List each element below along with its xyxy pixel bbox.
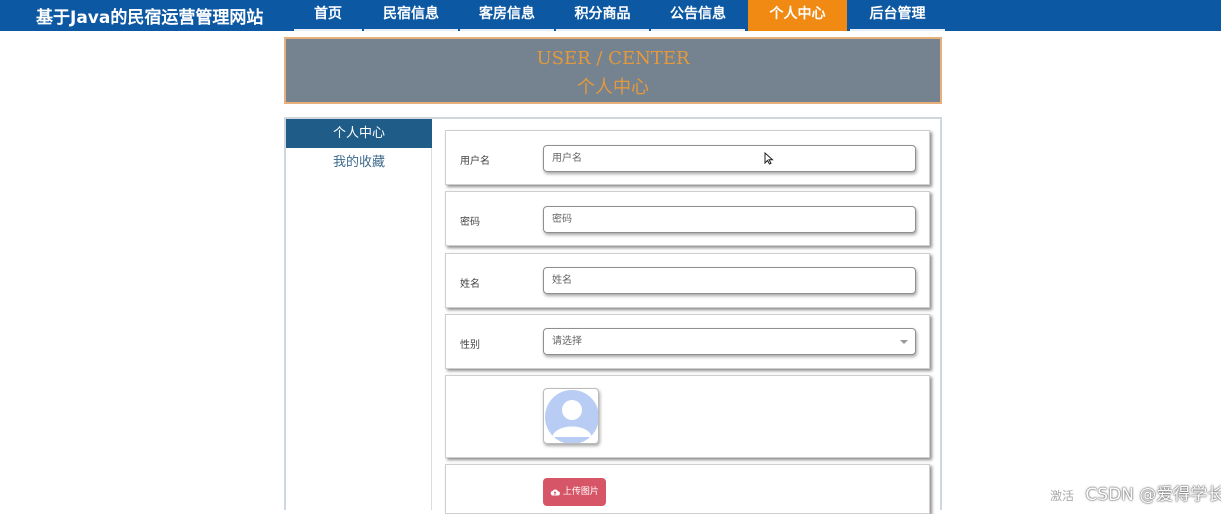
username-label: 用户名 (460, 156, 490, 167)
cloud-upload-icon (550, 489, 560, 496)
watermark-activate: 激活 (1050, 489, 1075, 503)
banner-title-cn: 个人中心 (577, 77, 649, 98)
nav-points-goods[interactable]: 积分商品 (556, 0, 649, 31)
sidebar-item-personal-center[interactable]: 个人中心 (286, 119, 432, 148)
sidebar: 个人中心 我的收藏 (286, 119, 432, 510)
watermark-text: CSDN @爱得学长 (1085, 485, 1221, 505)
top-navbar: 基于Java的民宿运营管理网站 首页 民宿信息 客房信息 积分商品 公告信息 个… (0, 0, 1221, 31)
banner-title-en: USER / CENTER (536, 48, 690, 69)
username-input[interactable] (543, 145, 916, 172)
nav-announcements[interactable]: 公告信息 (651, 0, 745, 31)
user-avatar-icon[interactable] (543, 388, 599, 444)
nav-room-info[interactable]: 客房信息 (460, 0, 554, 31)
chevron-down-icon (900, 340, 908, 344)
password-row: 密码 (445, 191, 930, 246)
mouse-cursor-icon (764, 152, 774, 165)
nav-admin[interactable]: 后台管理 (850, 0, 945, 31)
avatar-row (445, 375, 930, 458)
site-title[interactable]: 基于Java的民宿运营管理网站 (36, 3, 263, 28)
gender-label: 性别 (460, 340, 480, 351)
nav-home[interactable]: 首页 (294, 0, 362, 31)
name-row: 姓名 (445, 253, 930, 308)
name-label: 姓名 (460, 279, 480, 290)
gender-select[interactable]: 请选择 (543, 328, 916, 355)
nav-personal-center[interactable]: 个人中心 (748, 0, 847, 31)
name-input[interactable] (543, 267, 916, 294)
sidebar-item-favorites[interactable]: 我的收藏 (286, 148, 432, 177)
password-input[interactable] (543, 206, 916, 233)
password-label: 密码 (460, 217, 480, 228)
watermark: 激活 CSDN @爱得学长 (1050, 480, 1221, 505)
gender-select-value: 请选择 (552, 336, 582, 347)
nav-homestay-info[interactable]: 民宿信息 (364, 0, 458, 31)
upload-row: 上传图片 (445, 464, 930, 514)
page-banner: USER / CENTER 个人中心 (284, 37, 942, 104)
upload-image-button[interactable]: 上传图片 (543, 478, 606, 506)
gender-row: 性别 请选择 (445, 314, 930, 369)
upload-image-label: 上传图片 (562, 487, 599, 497)
username-row: 用户名 (445, 130, 930, 185)
